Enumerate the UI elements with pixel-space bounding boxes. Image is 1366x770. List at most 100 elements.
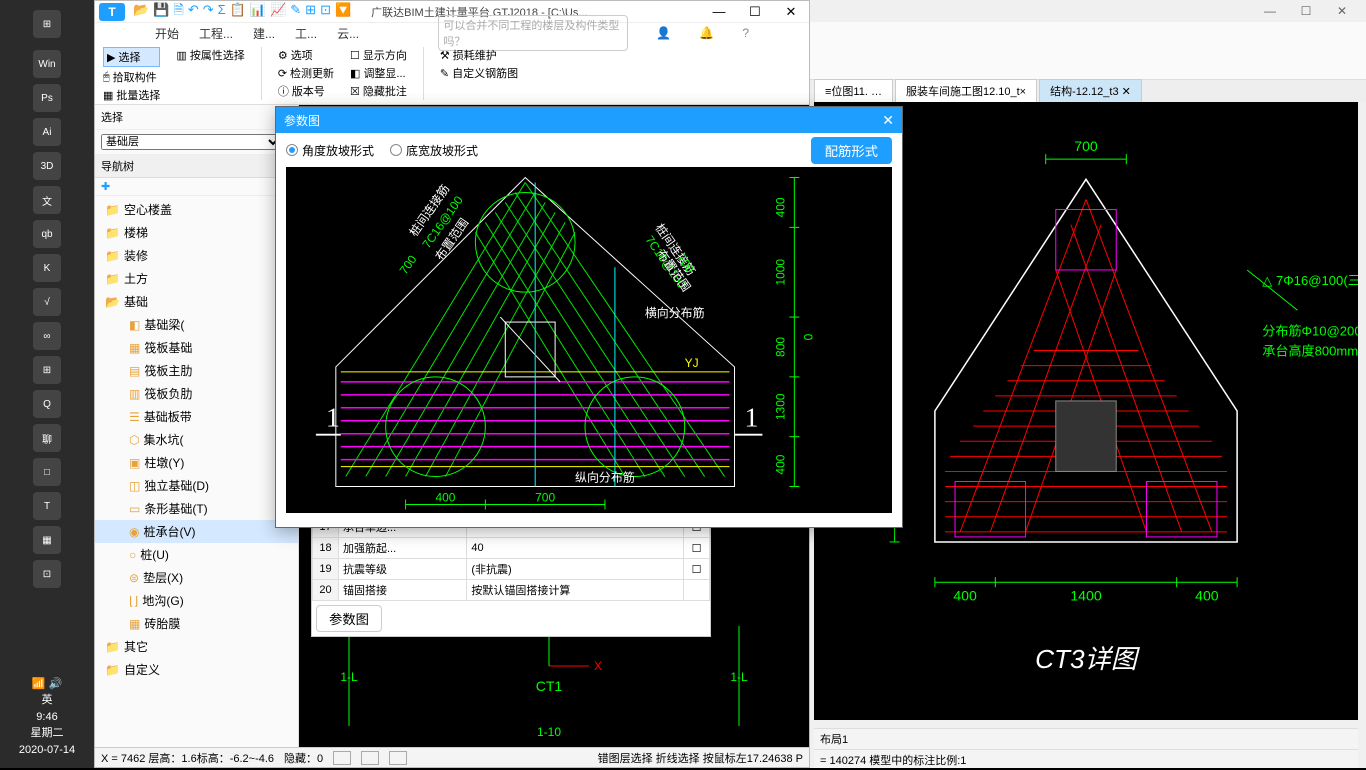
menu-item[interactable]: 工程... xyxy=(199,27,233,41)
taskbar-app[interactable]: Win xyxy=(33,50,61,78)
tree-node[interactable]: 📁其它 xyxy=(95,635,298,658)
svg-text:YJ: YJ xyxy=(685,356,699,370)
qat-icon[interactable]: 🗎 xyxy=(173,2,183,17)
property-row[interactable]: 18加强筋起...40☐ xyxy=(313,538,710,559)
property-row[interactable]: 19抗震等级(非抗震)☐ xyxy=(313,559,710,580)
document-tab[interactable]: ≡位图11. … xyxy=(814,79,893,102)
rebar-form-button[interactable]: 配筋形式 xyxy=(811,137,892,164)
tree-node[interactable]: ▥筏板负肋 xyxy=(95,382,298,405)
dialog-canvas[interactable]: 1 1 桩间连接筋 7C16@100 布置范围 700 桩间连接筋 7C16@1… xyxy=(286,167,892,513)
qat-icon[interactable]: 📊 xyxy=(250,2,266,17)
taskbar-app[interactable]: ⊞ xyxy=(33,356,61,384)
svg-text:X: X xyxy=(594,659,602,673)
tree-node[interactable]: ◉桩承台(V) xyxy=(95,520,298,543)
taskbar-app[interactable]: ∞ xyxy=(33,322,61,350)
taskbar-app[interactable]: √ xyxy=(33,288,61,316)
tree-node[interactable]: ○桩(U) xyxy=(95,543,298,566)
tree-node[interactable]: 📁自定义 xyxy=(95,658,298,681)
tree-node[interactable]: 📁土方 xyxy=(95,267,298,290)
maximize-button[interactable]: ☐ xyxy=(741,4,769,20)
menu-item[interactable]: 建... xyxy=(253,27,275,41)
qat-icon[interactable]: ⊞ xyxy=(305,2,316,17)
taskbar-app[interactable]: 聊 xyxy=(33,424,61,452)
svg-text:CT1: CT1 xyxy=(536,678,563,694)
menu-item[interactable]: 工... xyxy=(295,27,317,41)
taskbar-app[interactable]: Q xyxy=(33,390,61,418)
qat-icon[interactable]: ↶ xyxy=(188,2,199,17)
svg-text:400: 400 xyxy=(773,454,787,474)
menu-item[interactable]: 开始 xyxy=(155,27,179,41)
svg-text:0: 0 xyxy=(801,333,815,340)
select-tool[interactable]: ▶ 选择 xyxy=(103,47,160,67)
tree-node[interactable]: 📁装修 xyxy=(95,244,298,267)
tree-node[interactable]: ▣柱墩(Y) xyxy=(95,451,298,474)
tree-node[interactable]: ▭条形基础(T) xyxy=(95,497,298,520)
qat-icon[interactable]: Σ xyxy=(218,2,226,17)
svg-text:1-L: 1-L xyxy=(340,670,358,684)
taskbar-app[interactable]: Ps xyxy=(33,84,61,112)
close-button[interactable]: ✕ xyxy=(1324,4,1360,18)
nav-tree[interactable]: 📁空心楼盖📁楼梯📁装修📁土方📂基础◧基础梁(▦筏板基础▤筏板主肋▥筏板负肋☰基础… xyxy=(95,196,298,747)
qat-icon[interactable]: ✎ xyxy=(290,2,301,17)
qat-icon[interactable]: ⊡ xyxy=(320,2,331,17)
tree-node[interactable]: ▦筏板基础 xyxy=(95,336,298,359)
dialog-titlebar[interactable]: 参数图 ✕ xyxy=(276,107,902,133)
qat-icon[interactable]: 💾 xyxy=(153,2,169,17)
taskbar-app[interactable]: ⊡ xyxy=(33,560,61,588)
windows-taskbar: ⊞ Win Ps Ai 3D 文 qb K √ ∞ ⊞ Q聊 □ T ▦ ⊡ 📶 🔊 英 9:46 星期二 … xyxy=(0,0,94,768)
radio-bottom-width-slope[interactable]: 底宽放坡形式 xyxy=(390,142,478,159)
maximize-button[interactable]: ☐ xyxy=(1288,4,1324,18)
tree-node[interactable]: ▦砖胎膜 xyxy=(95,612,298,635)
taskbar-app[interactable]: qb xyxy=(33,220,61,248)
qat-icon[interactable]: 📋 xyxy=(230,2,246,17)
taskbar-app[interactable]: 文 xyxy=(33,186,61,214)
svg-text:分布筋Φ10@200: 分布筋Φ10@200 xyxy=(1262,322,1358,338)
minimize-button[interactable]: — xyxy=(705,4,733,19)
system-tray[interactable]: 📶 🔊 英 9:46 星期二 2020-07-14 xyxy=(19,676,75,769)
taskbar-app[interactable]: □ xyxy=(33,458,61,486)
radio-angle-slope[interactable]: 角度放坡形式 xyxy=(286,142,374,159)
param-diagram-button[interactable]: 参数图 xyxy=(316,605,382,632)
taskbar-app[interactable]: K xyxy=(33,254,61,282)
tree-node[interactable]: ⬡集水坑( xyxy=(95,428,298,451)
floor-select[interactable]: 基础层 xyxy=(101,134,282,150)
tree-node[interactable]: 📁楼梯 xyxy=(95,221,298,244)
tree-node[interactable]: 📂基础 xyxy=(95,290,298,313)
qat-icon[interactable]: 🔽 xyxy=(335,2,351,17)
start-button[interactable]: ⊞ xyxy=(33,10,61,38)
tree-node[interactable]: ◫独立基础(D) xyxy=(95,474,298,497)
bell-icon[interactable]: 🔔 xyxy=(699,26,714,40)
svg-text:1400: 1400 xyxy=(1070,587,1102,603)
qat-icon[interactable]: 📂 xyxy=(133,2,149,17)
svg-text:400: 400 xyxy=(435,490,455,504)
taskbar-app[interactable]: Ai xyxy=(33,118,61,146)
qat-icon[interactable]: 📈 xyxy=(270,2,286,17)
minimize-button[interactable]: — xyxy=(1252,4,1288,18)
batch-select[interactable]: ▦ 批量选择 xyxy=(103,87,160,103)
cad-statusbar: 布局1 = 140274 模型中的标注比例:1 xyxy=(814,728,1358,768)
svg-text:1000: 1000 xyxy=(773,259,787,286)
user-icon[interactable]: 👤 xyxy=(656,26,671,40)
tree-node[interactable]: ☰基础板带 xyxy=(95,405,298,428)
tree-node[interactable]: ▤筏板主肋 xyxy=(95,359,298,382)
svg-text:400: 400 xyxy=(953,587,977,603)
app-logo: T xyxy=(99,3,125,21)
search-input[interactable]: 可以合并不同工程的楼层及构件类型吗？ xyxy=(438,15,628,51)
tree-node[interactable]: ⊜垫层(X) xyxy=(95,566,298,589)
taskbar-app[interactable]: ▦ xyxy=(33,526,61,554)
close-button[interactable]: ✕ xyxy=(777,4,805,20)
document-tab[interactable]: 服装车间施工图12.10_t× xyxy=(895,79,1037,102)
taskbar-app[interactable]: 3D xyxy=(33,152,61,180)
document-tab[interactable]: 结构-12.12_t3 ✕ xyxy=(1039,79,1142,102)
close-icon[interactable]: ✕ xyxy=(882,112,894,129)
qat-icon[interactable]: ↷ xyxy=(203,2,214,17)
menu-bar: 开始工程...建...工...云... 可以合并不同工程的楼层及构件类型吗？ 👤… xyxy=(95,23,809,43)
tree-node[interactable]: 📁空心楼盖 xyxy=(95,198,298,221)
tree-node[interactable]: ⌊⌋地沟(G) xyxy=(95,589,298,612)
pick-component[interactable]: 🖱 拾取构件 xyxy=(103,69,160,85)
help-icon[interactable]: ? xyxy=(742,26,749,40)
menu-item[interactable]: 云... xyxy=(337,27,359,41)
taskbar-app[interactable]: T xyxy=(33,492,61,520)
tree-node[interactable]: ◧基础梁( xyxy=(95,313,298,336)
property-row[interactable]: 20锚固搭接按默认锚固搭接计算 xyxy=(313,580,710,601)
